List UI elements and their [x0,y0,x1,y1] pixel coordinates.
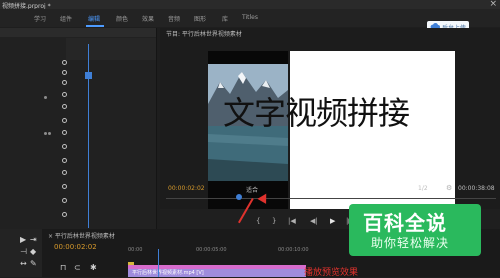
annotation-label: 播放预览效果 [304,268,359,278]
keyframe-toggle-icon[interactable] [62,118,67,123]
program-monitor-tab[interactable]: 节目: 平行后林世界视频素材 [166,29,242,38]
track-select-tool-icon[interactable]: ⇥ [30,235,37,244]
keyframe-toggle-icon[interactable] [62,170,67,175]
effect-controls-panel [0,28,157,229]
video-clip-label: 平行后林世界视频素材.mp4 [V] [132,270,204,276]
keyframe-toggle-icon[interactable] [62,212,67,217]
title-bar: 视频拼接.prproj * × [0,0,500,10]
workspace-tab-color[interactable]: 颜色 [116,14,128,23]
fit-dropdown[interactable]: 适合 [246,185,258,194]
timeline-playhead[interactable] [158,249,159,277]
selection-tool-icon[interactable]: ▶ [20,235,26,244]
workspace-tab-graphics[interactable]: 图形 [194,14,206,23]
keyframe-toggle-icon[interactable] [62,144,67,149]
keyframe-toggle-icon[interactable] [62,130,67,135]
keyframe-dot-icon[interactable] [48,132,51,135]
go-to-in-icon[interactable]: |◀ [288,217,296,225]
snap-icon[interactable]: ⊓ [60,263,66,272]
keyframe-toggle-icon[interactable] [62,184,67,189]
effect-controls-playhead-handle[interactable] [85,72,92,79]
effect-controls-header [0,28,156,37]
keyframe-toggle-icon[interactable] [62,158,67,163]
watermark-main-text: 百科全说 [363,211,447,235]
program-monitor: 节目: 平行后林世界视频素材 文字视频拼接 00:00:02:02 适合 1/2… [160,28,500,229]
keyframe-toggle-icon[interactable] [62,198,67,203]
sequence-tab[interactable]: × 平行后林世界视频素材 [48,231,115,240]
ruler-mark: 00:00 [128,247,143,253]
keyframe-dot-icon[interactable] [44,96,47,99]
wrench-icon[interactable]: ⚙ [446,184,452,192]
slip-tool-icon[interactable]: ↔ [20,259,27,268]
program-playhead[interactable] [236,194,242,200]
workspace-tab-editing[interactable]: 编辑 [88,14,100,23]
active-tab-indicator [86,25,104,27]
settings-icon[interactable]: ✱ [90,263,97,272]
close-icon[interactable]: × [489,0,497,9]
tools-panel: ▶ ⇥ ⊣ ◆ ↔ ✎ [0,229,42,277]
program-duration-timecode: 00:00:38:08 [458,185,495,192]
program-current-timecode[interactable]: 00:00:02:02 [168,185,205,192]
mark-out-icon[interactable]: } [272,217,276,225]
keyframe-dot-icon[interactable] [44,132,47,135]
watermark-sub-text: 助你轻松解决 [371,236,450,250]
timeline-timecode[interactable]: 00:00:02:02 [54,243,97,251]
resolution-dropdown[interactable]: 1/2 [418,185,428,192]
video-overlay-title: 文字视频拼接 [223,94,410,132]
keyframe-toggle-icon[interactable] [62,70,67,75]
workspace-tab-titles[interactable]: Titles [242,14,258,21]
linked-selection-icon[interactable]: ⊂ [74,263,81,272]
timeline-ruler[interactable]: 00:00 00:00:05:00 00:00:10:00 [128,241,338,253]
workspace-tab-effects[interactable]: 效果 [142,14,154,23]
ruler-mark: 00:00:05:00 [196,247,227,253]
workspace-tab-learn[interactable]: 学习 [34,14,46,23]
program-scrub-bar[interactable] [166,198,496,199]
razor-tool-icon[interactable]: ◆ [30,247,36,256]
mark-in-icon[interactable]: { [256,217,260,225]
effect-controls-mini-timeline [66,38,156,60]
keyframe-toggle-icon[interactable] [62,80,67,85]
keyframe-toggle-icon[interactable] [62,104,67,109]
workspace-tab-libraries[interactable]: 库 [222,14,228,23]
pen-tool-icon[interactable]: ✎ [30,259,37,268]
step-back-icon[interactable]: ◀| [310,217,318,225]
workspace-bar: 学习 组件 编辑 颜色 效果 音频 图形 库 Titles 后台上传 [0,9,500,33]
keyframe-toggle-icon[interactable] [62,60,67,65]
ripple-edit-tool-icon[interactable]: ⊣ [20,247,27,256]
workspace-tab-assembly[interactable]: 组件 [60,14,72,23]
ruler-mark: 00:00:10:00 [278,247,309,253]
workspace-tab-audio[interactable]: 音频 [168,14,180,23]
watermark-logo: 百科全说 助你轻松解决 [349,204,481,256]
play-icon[interactable]: ▶ [330,217,335,225]
keyframe-toggle-icon[interactable] [62,92,67,97]
video-clip[interactable]: 平行后林世界视频素材.mp4 [V] [128,269,306,277]
